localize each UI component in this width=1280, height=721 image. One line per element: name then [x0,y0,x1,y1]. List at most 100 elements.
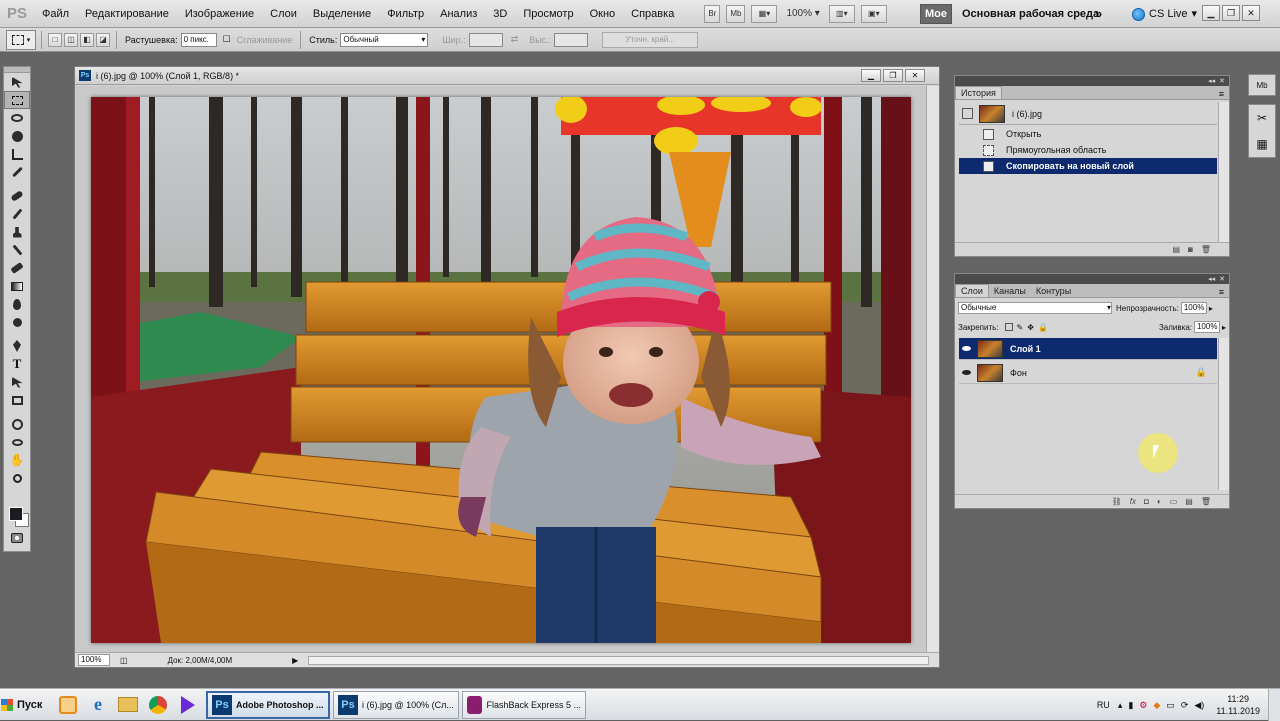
close-button[interactable]: ✕ [1242,5,1260,21]
panel-close-icon[interactable]: ✕ [1219,275,1225,283]
explorer-folder-icon[interactable] [113,692,143,718]
adjustment-layer-icon[interactable]: ◐ [1157,497,1162,506]
vertical-scrollbar[interactable] [926,86,939,653]
delete-state-icon[interactable]: 🗑 [1201,245,1211,254]
style-select[interactable]: Обычный ▾ [340,32,429,47]
snapshot-brush-source-icon[interactable] [962,108,973,119]
brush-tool-icon[interactable] [4,205,30,223]
layers-panel-menu-icon[interactable]: ≡ [1219,287,1229,297]
minibridge-button[interactable]: Mb [726,4,746,23]
menu-layers[interactable]: Слои [262,0,305,28]
menu-help[interactable]: Справка [623,0,682,28]
crop-tool-icon[interactable] [4,145,30,163]
menu-window[interactable]: Окно [582,0,624,28]
flashback-tray-icon[interactable]: ◆ [1153,700,1160,711]
doc-minimize-button[interactable]: ▁ [861,69,881,82]
blend-mode-select[interactable]: Обычные ▾ [958,302,1112,314]
history-panel-menu-icon[interactable]: ≡ [1219,89,1229,99]
history-snapshot[interactable]: i (6).jpg [959,103,1217,125]
history-brush-tool-icon[interactable] [4,241,30,259]
minimize-button[interactable]: ▁ [1202,5,1220,21]
fill-slider-arrow-icon[interactable]: ▸ [1222,323,1226,332]
menu-file[interactable]: Файл [34,0,77,28]
subtract-selection-icon[interactable]: ◧ [80,32,94,47]
dodge-tool-icon[interactable] [4,313,30,331]
power-icon[interactable]: ▭ [1166,700,1175,711]
history-scrollbar[interactable] [1218,102,1229,242]
healing-brush-tool-icon[interactable] [4,187,30,205]
lock-transparent-icon[interactable] [1004,323,1013,331]
layer-row-background[interactable]: Фон 🔒 [959,362,1217,384]
add-selection-icon[interactable]: ◫ [64,32,78,47]
quick-select-tool-icon[interactable] [4,127,30,145]
menu-select[interactable]: Выделение [305,0,379,28]
taskbar-photoshop[interactable]: Ps Adobe Photoshop ... [206,690,330,719]
eyedropper-tool-icon[interactable] [4,163,30,181]
workspace-moe-button[interactable]: Мое [920,4,952,24]
menu-filter[interactable]: Фильтр [379,0,432,28]
tab-channels[interactable]: Каналы [989,285,1031,297]
canvas-area[interactable] [75,86,927,653]
network-icon[interactable]: ▮ [1128,700,1133,711]
lock-position-icon[interactable]: ✥ [1027,323,1034,332]
move-tool-icon[interactable] [4,73,30,91]
menu-3d[interactable]: 3D [485,0,515,28]
status-menu-arrow-icon[interactable]: ▶ [292,656,298,665]
cs-live-button[interactable]: CS Live ▾ [1132,0,1197,28]
tab-layers[interactable]: Слои [955,284,989,297]
new-selection-icon[interactable]: □ [48,32,62,47]
view-extras-button[interactable]: ▦▾ [751,4,778,23]
tools-preset-icon[interactable]: ✂ [1249,105,1275,131]
arrange-documents-button[interactable]: ▥▾ [828,4,855,23]
rect-marquee-tool-icon[interactable] [4,91,30,109]
taskbar-photoshop-document[interactable]: Ps i (6).jpg @ 100% (Сл... [333,690,459,719]
antialias-checkbox[interactable]: ☐ [223,34,231,45]
clone-stamp-tool-icon[interactable] [4,223,30,241]
layer-style-fx-icon[interactable]: fx [1130,497,1136,506]
lock-all-icon[interactable]: 🔒 [1038,323,1048,332]
bridge-button[interactable]: Br [704,4,721,23]
media-player-icon[interactable] [173,692,203,718]
new-layer-icon[interactable]: ▤ [1185,497,1193,506]
horizontal-scrollbar[interactable] [308,655,929,665]
height-input[interactable] [554,32,589,47]
document-title-bar[interactable]: Ps i (6).jpg @ 100% (Слой 1, RGB/8) * [75,67,939,85]
language-indicator[interactable]: RU [1097,700,1110,710]
collapse-icon[interactable]: ◂◂ [1208,77,1215,85]
start-button[interactable]: Пуск [1,692,45,718]
path-select-tool-icon[interactable] [4,373,30,391]
opacity-input[interactable]: 100% [1180,302,1207,314]
antivirus-icon[interactable]: ⚙ [1139,700,1147,711]
menu-edit[interactable]: Редактирование [77,0,177,28]
add-mask-icon[interactable]: ◘ [1144,497,1149,506]
doc-restore-button[interactable]: ❐ [883,69,903,82]
opacity-slider-arrow-icon[interactable]: ▸ [1209,304,1213,313]
lock-image-icon[interactable]: ✎ [1017,323,1024,332]
type-tool-icon[interactable]: T [4,355,30,373]
link-layers-icon[interactable]: ⛓ [1112,497,1122,506]
doc-close-button[interactable]: ✕ [905,69,925,82]
tray-expand-icon[interactable]: ▴ [1118,700,1123,711]
pen-tool-icon[interactable] [4,337,30,355]
menu-analysis[interactable]: Анализ [432,0,485,28]
status-preview-icon[interactable]: ◫ [120,656,128,665]
collapse-icon[interactable]: ◂◂ [1208,275,1215,283]
swap-dimensions-icon[interactable]: ⇄ [511,34,519,45]
minibridge-panel-icon[interactable]: Mb [1248,74,1276,96]
feather-input[interactable]: 0 пикс. [180,32,217,47]
foreground-color-swatch[interactable] [9,507,23,521]
internet-explorer-icon[interactable]: e [83,692,113,718]
tab-paths[interactable]: Контуры [1031,285,1076,297]
gradient-tool-icon[interactable] [4,277,30,295]
delete-layer-icon[interactable]: 🗑 [1201,497,1211,506]
refine-edge-button[interactable]: Уточн. край... [602,31,699,48]
show-desktop-button[interactable] [1268,689,1280,721]
history-step-copy-layer[interactable]: Скопировать на новый слой [959,158,1217,174]
menu-view[interactable]: Просмотр [515,0,581,28]
panel-close-icon[interactable]: ✕ [1219,77,1225,85]
visibility-eye-icon[interactable] [959,346,973,351]
intersect-selection-icon[interactable]: ◪ [96,32,110,47]
show-desktop-icon[interactable] [53,692,83,718]
canvas-photo[interactable] [91,97,911,643]
clone-source-icon[interactable]: ▦ [1249,131,1275,157]
